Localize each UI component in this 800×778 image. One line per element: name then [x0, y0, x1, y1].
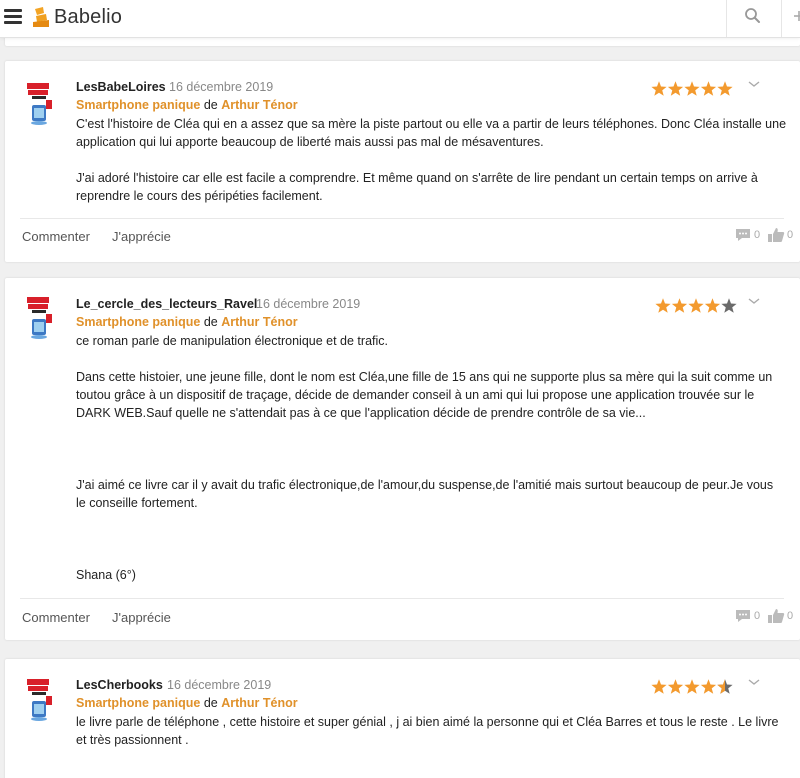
- star-icon: [700, 679, 717, 694]
- review-text-line: le conseille fortement.: [76, 496, 198, 510]
- book-cover: [24, 81, 56, 127]
- book-cover: [24, 677, 56, 723]
- likes-count: 0: [787, 229, 794, 241]
- star-rating: [651, 81, 733, 96]
- star-icon: [671, 298, 688, 313]
- review-text-line: application qui lui apporte beaucoup de …: [76, 135, 544, 149]
- book-title-link[interactable]: Smartphone panique: [76, 98, 200, 112]
- author-link[interactable]: Arthur Ténor: [221, 98, 297, 112]
- star-icon: [667, 679, 684, 694]
- review-date: 16 décembre 2019: [167, 678, 272, 692]
- review-card: Le_cercle_des_lecteurs_Ravel 16 décembre…: [5, 278, 800, 640]
- review-text-line: ce roman parle de manipulation électroni…: [76, 334, 388, 348]
- comments-count: 0: [754, 610, 761, 622]
- star-icon: [684, 679, 700, 694]
- by-text: de: [203, 696, 218, 710]
- comments-counter[interactable]: 0: [734, 227, 760, 243]
- author-link[interactable]: Arthur Ténor: [221, 696, 297, 710]
- book-line: Smartphone panique de Arthur Ténor: [76, 315, 298, 329]
- book-line: Smartphone panique de Arthur Ténor: [76, 696, 298, 710]
- star-icon: [700, 81, 717, 96]
- logo-icon: [33, 7, 49, 27]
- logo-text: Babelio: [54, 5, 123, 28]
- comments-count: 0: [754, 229, 761, 241]
- like-button[interactable]: J'apprécie: [112, 610, 171, 625]
- comment-icon: [736, 610, 750, 622]
- review-date: 16 décembre 2019: [169, 80, 274, 94]
- review-text-line: Shana (6°): [76, 568, 136, 582]
- review-text-line: le livre parle de téléphone , cette hist…: [76, 715, 779, 729]
- star-rating: [651, 679, 733, 694]
- comments-counter[interactable]: 0: [734, 608, 760, 624]
- comment-button[interactable]: Commenter: [22, 610, 90, 625]
- star-rating: [655, 298, 737, 313]
- divider: [20, 218, 784, 219]
- comment-button[interactable]: Commenter: [22, 229, 90, 244]
- by-text: de: [203, 98, 218, 112]
- star-icon: [651, 679, 667, 694]
- review-text-line: et très passionnent .: [76, 733, 189, 747]
- hamburger-icon[interactable]: [4, 9, 22, 25]
- review-text-line: J'ai adoré l'histoire car elle est facil…: [76, 171, 758, 185]
- review-card: LesBabeLoires 16 décembre 2019 Smartphon…: [5, 61, 800, 262]
- review-body: C'est l'histoire de Cléa qui en a assez …: [76, 115, 788, 205]
- review-body: le livre parle de téléphone , cette hist…: [76, 713, 788, 749]
- book-title-link[interactable]: Smartphone panique: [76, 696, 200, 710]
- by-text: de: [203, 315, 218, 329]
- star-icon: [717, 679, 733, 694]
- author-link[interactable]: Arthur Ténor: [221, 315, 297, 329]
- review-body: ce roman parle de manipulation électroni…: [76, 332, 788, 584]
- star-icon: [717, 81, 733, 96]
- review-date: 16 décembre 2019: [256, 297, 361, 311]
- star-icon: [688, 298, 704, 313]
- star-icon: [684, 81, 700, 96]
- search-icon[interactable]: [740, 4, 766, 30]
- top-divider: [726, 0, 727, 37]
- reviewer-name[interactable]: LesBabeLoires: [76, 80, 166, 94]
- review-text-line: J'ai aimé ce livre car il y avait du tra…: [76, 478, 774, 492]
- chevron-down-icon[interactable]: [747, 296, 761, 306]
- likes-counter[interactable]: 0: [767, 608, 793, 624]
- thumbs-up-icon: [768, 609, 785, 623]
- book-title-link[interactable]: Smartphone panique: [76, 315, 200, 329]
- review-text-line: DARK WEB.Sauf quelle ne s'attendait pas …: [76, 406, 646, 420]
- reviewer-name[interactable]: LesCherbooks: [76, 678, 163, 692]
- star-icon: [655, 298, 671, 313]
- star-icon: [667, 81, 684, 96]
- review-text-line: toutou grâce à un dispositif de traçage,…: [76, 388, 755, 402]
- chevron-down-icon[interactable]: [747, 79, 761, 89]
- likes-counter[interactable]: 0: [767, 227, 793, 243]
- like-button[interactable]: J'apprécie: [112, 229, 171, 244]
- reviewer-name[interactable]: Le_cercle_des_lecteurs_Ravel: [76, 297, 257, 311]
- book-line: Smartphone panique de Arthur Ténor: [76, 98, 298, 112]
- book-cover: [24, 295, 56, 341]
- review-text-line: Dans cette histoier, une jeune fille, do…: [76, 370, 773, 384]
- plus-icon[interactable]: [788, 4, 800, 30]
- star-icon: [704, 298, 721, 313]
- review-text-line: C'est l'histoire de Cléa qui en a assez …: [76, 117, 787, 131]
- thumbs-up-icon: [768, 228, 785, 242]
- review-text-line: reprendre le cours des péripéties facile…: [76, 189, 323, 203]
- top-bar: Babelio: [0, 0, 800, 38]
- comment-icon: [736, 229, 750, 241]
- star-icon: [721, 298, 737, 313]
- top-divider: [781, 0, 782, 37]
- likes-count: 0: [787, 610, 794, 622]
- chevron-down-icon[interactable]: [747, 677, 761, 687]
- divider: [20, 598, 784, 599]
- review-card: LesCherbooks 16 décembre 2019 Smartphone…: [5, 659, 800, 778]
- logo[interactable]: Babelio: [32, 4, 122, 30]
- star-icon: [651, 81, 667, 96]
